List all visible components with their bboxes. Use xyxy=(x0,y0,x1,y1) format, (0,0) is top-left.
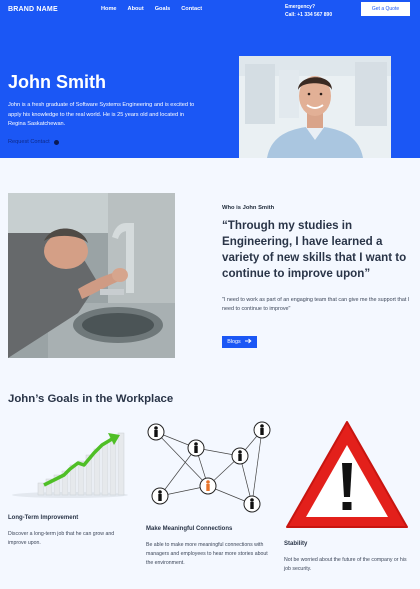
hero-section: BRAND NAME Home About Goals Contact Emer… xyxy=(0,0,420,158)
arrow-right-icon xyxy=(244,338,252,346)
about-subquote: "I need to work as part of an engaging t… xyxy=(222,297,410,312)
nav-home[interactable]: Home xyxy=(101,6,117,12)
nav-about[interactable]: About xyxy=(128,6,144,12)
blogs-button-label: Blogs xyxy=(227,339,241,345)
about-quote: “Through my studies in Engineering, I ha… xyxy=(222,219,407,280)
goal-1-text: Discover a long-term job that he can gro… xyxy=(8,531,115,546)
emergency-phone: Call: +1 334 567 890 xyxy=(285,12,333,18)
hero-bio: John is a fresh graduate of Software Sys… xyxy=(8,102,195,127)
about-label: Who is John Smith xyxy=(222,205,275,211)
network-diagram-image xyxy=(146,418,273,514)
blogs-button[interactable]: Blogs xyxy=(222,336,257,348)
request-contact-link[interactable]: Request Contact xyxy=(8,139,59,145)
goal-2-title: Make Meaningful Connections xyxy=(146,526,233,532)
get-quote-button[interactable]: Get a Quote xyxy=(361,2,410,16)
brand-logo[interactable]: BRAND NAME xyxy=(8,6,58,13)
main-nav: Home About Goals Contact xyxy=(101,6,202,12)
working-engineer-photo xyxy=(8,193,175,358)
emergency-label: Emergency? xyxy=(285,4,316,10)
growth-chart-image xyxy=(8,425,133,499)
hero-name: John Smith xyxy=(8,72,106,92)
warning-sign-image xyxy=(284,419,410,530)
nav-contact[interactable]: Contact xyxy=(181,6,202,12)
goal-3-title: Stability xyxy=(284,541,308,547)
goal-3-text: Not be worried about the future of the c… xyxy=(284,557,407,572)
request-contact-label: Request Contact xyxy=(8,139,50,145)
goal-2-text: Be able to make more meaningful connecti… xyxy=(146,542,268,566)
arrow-circle-icon xyxy=(53,139,59,145)
emergency-contact: Emergency? Call: +1 334 567 890 xyxy=(285,3,332,19)
nav-goals[interactable]: Goals xyxy=(155,6,171,12)
goal-1-title: Long-Term Improvement xyxy=(8,515,79,521)
goals-title: John’s Goals in the Workplace xyxy=(8,393,174,405)
portrait-photo xyxy=(239,56,391,158)
